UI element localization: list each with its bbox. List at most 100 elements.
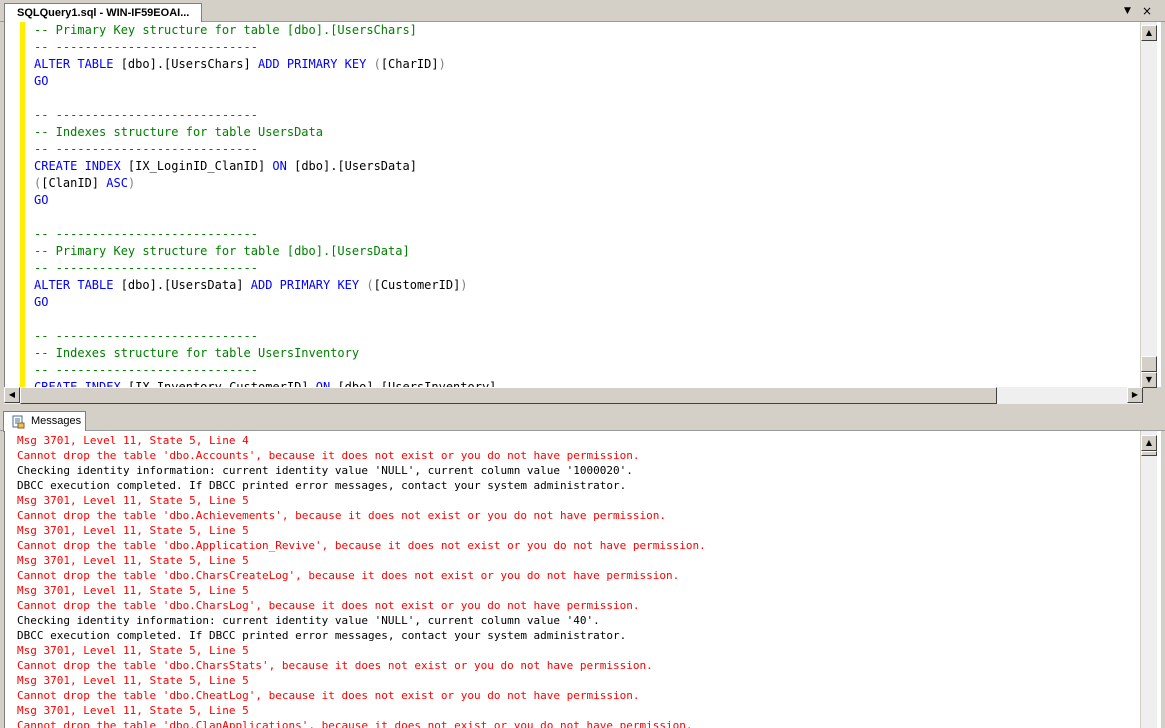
sql-token: [IX_LoginID_ClanID] (120, 159, 273, 173)
sql-comment: -- ---------------------------- (34, 142, 258, 156)
code-line: -- Primary Key structure for table [dbo]… (34, 22, 1139, 39)
sql-comment: -- ---------------------------- (34, 108, 258, 122)
code-line: -- Indexes structure for table UsersInve… (34, 345, 1139, 362)
messages-vertical-scrollbar[interactable]: ▲ (1140, 431, 1157, 728)
code-line: GO (34, 73, 1139, 90)
sql-keyword: ADD PRIMARY KEY (250, 278, 360, 292)
error-message-line: Cannot drop the table 'dbo.ClanApplicati… (17, 719, 693, 728)
code-area[interactable]: -- Primary Key structure for table [dbo]… (34, 22, 1139, 387)
code-line: -- Primary Key structure for table [dbo]… (34, 243, 1139, 260)
code-line: ALTER TABLE [dbo].[UsersData] ADD PRIMAR… (34, 277, 1139, 294)
sql-token: [dbo].[UsersInventory] (330, 380, 497, 387)
tab-messages[interactable]: Messages (3, 411, 86, 432)
scroll-left-icon[interactable]: ◀ (4, 387, 20, 403)
sql-token: ( (366, 57, 381, 71)
sql-token: [dbo].[UsersChars] (113, 57, 258, 71)
code-line: CREATE INDEX [IX_LoginID_ClanID] ON [dbo… (34, 158, 1139, 175)
sql-keyword: ON (272, 159, 287, 173)
sql-comment: -- ---------------------------- (34, 363, 258, 377)
error-message-line: Msg 3701, Level 11, State 5, Line 5 (17, 644, 249, 657)
results-tab-strip: Messages (0, 410, 1165, 432)
error-message-line: Msg 3701, Level 11, State 5, Line 5 (17, 674, 249, 687)
error-message-line: Msg 3701, Level 11, State 5, Line 4 (17, 434, 249, 447)
sql-token: [IX_Inventory_CustomerID] (120, 380, 316, 387)
code-line: -- ---------------------------- (34, 39, 1139, 56)
editor-horizontal-scroll-thumb[interactable] (20, 387, 997, 404)
document-tab-sqlquery1[interactable]: SQLQuery1.sql - WIN-IF59EOAI... (4, 3, 202, 23)
sql-comment: -- Indexes structure for table UsersData (34, 125, 323, 139)
sql-comment: -- ---------------------------- (34, 40, 258, 54)
sql-token: ) (127, 176, 136, 190)
code-line: -- ---------------------------- (34, 226, 1139, 243)
scroll-right-icon[interactable]: ▶ (1127, 387, 1143, 403)
editor-vertical-scroll-thumb[interactable] (1141, 356, 1157, 372)
code-line: GO (34, 294, 1139, 311)
sql-comment: -- ---------------------------- (34, 227, 258, 241)
change-tracking-bar (20, 22, 25, 387)
error-message-line: Cannot drop the table 'dbo.CheatLog', be… (17, 689, 640, 702)
error-message-line: Msg 3701, Level 11, State 5, Line 5 (17, 704, 249, 717)
messages-icon (12, 415, 25, 429)
scroll-up-icon[interactable]: ▲ (1141, 25, 1157, 41)
sql-token: ( (359, 278, 374, 292)
messages-scroll-up-icon[interactable]: ▲ (1141, 435, 1157, 451)
active-files-dropdown-icon[interactable]: ▼ (1124, 5, 1131, 17)
sql-token: ) (460, 278, 468, 292)
error-message-line: Cannot drop the table 'dbo.CharsStats', … (17, 659, 653, 672)
code-line: ALTER TABLE [dbo].[UsersChars] ADD PRIMA… (34, 56, 1139, 73)
editor-vertical-scrollbar[interactable]: ▲ ▼ (1140, 22, 1157, 388)
sql-keyword: ON (315, 380, 331, 387)
code-line: -- ---------------------------- (34, 260, 1139, 277)
sql-keyword: ASC (106, 176, 128, 190)
error-message-line: Cannot drop the table 'dbo.Accounts', be… (17, 449, 640, 462)
scroll-down-icon[interactable]: ▼ (1141, 372, 1157, 388)
sql-token: [ClanID] (41, 176, 107, 190)
close-document-icon[interactable]: × (1142, 5, 1152, 17)
sql-token: ) (438, 57, 446, 71)
sql-token: [dbo].[UsersData] (113, 278, 251, 292)
sql-comment: -- ---------------------------- (34, 329, 258, 343)
info-message-line: DBCC execution completed. If DBCC printe… (17, 479, 627, 492)
code-line: CREATE INDEX [IX_Inventory_CustomerID] O… (34, 379, 1139, 387)
code-line: GO (34, 192, 1139, 209)
error-message-line: Msg 3701, Level 11, State 5, Line 5 (17, 524, 249, 537)
error-message-line: Cannot drop the table 'dbo.Achievements'… (17, 509, 667, 522)
code-line: -- Indexes structure for table UsersData (34, 124, 1139, 141)
tab-messages-label: Messages (31, 415, 82, 427)
code-line: ([ClanID] ASC) (34, 175, 1139, 192)
sql-keyword: GO (34, 74, 49, 88)
error-message-line: Cannot drop the table 'dbo.CharsCreateLo… (17, 569, 680, 582)
info-message-line: Checking identity information: current i… (17, 614, 600, 627)
info-message-line: Checking identity information: current i… (17, 464, 633, 477)
info-message-line: DBCC execution completed. If DBCC printe… (17, 629, 627, 642)
editor-margin (5, 22, 19, 387)
code-line: -- ---------------------------- (34, 362, 1139, 379)
error-message-line: Cannot drop the table 'dbo.Application_R… (17, 539, 706, 552)
query-editor[interactable]: -- Primary Key structure for table [dbo]… (4, 22, 1161, 387)
code-line: -- ---------------------------- (34, 141, 1139, 158)
messages-pane[interactable]: Msg 3701, Level 11, State 5, Line 4 Canno… (4, 431, 1161, 728)
error-message-line: Msg 3701, Level 11, State 5, Line 5 (17, 554, 249, 567)
sql-keyword: CREATE INDEX (34, 159, 121, 173)
sql-token: [dbo].[UsersData] (286, 159, 417, 173)
code-line: -- ---------------------------- (34, 328, 1139, 345)
sql-token: [CharID] (380, 57, 439, 71)
sql-keyword: ALTER TABLE (34, 278, 114, 292)
sql-keyword: CREATE INDEX (34, 380, 121, 387)
document-tab-strip: SQLQuery1.sql - WIN-IF59EOAI... ▼ × (0, 0, 1165, 23)
sql-comment: -- ---------------------------- (34, 261, 258, 275)
document-tab-title: SQLQuery1.sql - WIN-IF59EOAI... (17, 7, 190, 19)
sql-comment: -- Primary Key structure for table [dbo]… (34, 244, 410, 258)
sql-token: [CustomerID] (373, 278, 461, 292)
editor-horizontal-scrollbar[interactable]: ◀ ▶ (4, 387, 1143, 404)
code-line: -- ---------------------------- (34, 107, 1139, 124)
messages-list: Msg 3701, Level 11, State 5, Line 4 Canno… (17, 433, 706, 728)
messages-vertical-scroll-thumb[interactable] (1141, 451, 1157, 456)
sql-comment: -- Primary Key structure for table [dbo]… (34, 23, 417, 37)
sql-keyword: GO (34, 193, 49, 207)
sql-keyword: GO (34, 295, 49, 309)
error-message-line: Msg 3701, Level 11, State 5, Line 5 (17, 494, 249, 507)
